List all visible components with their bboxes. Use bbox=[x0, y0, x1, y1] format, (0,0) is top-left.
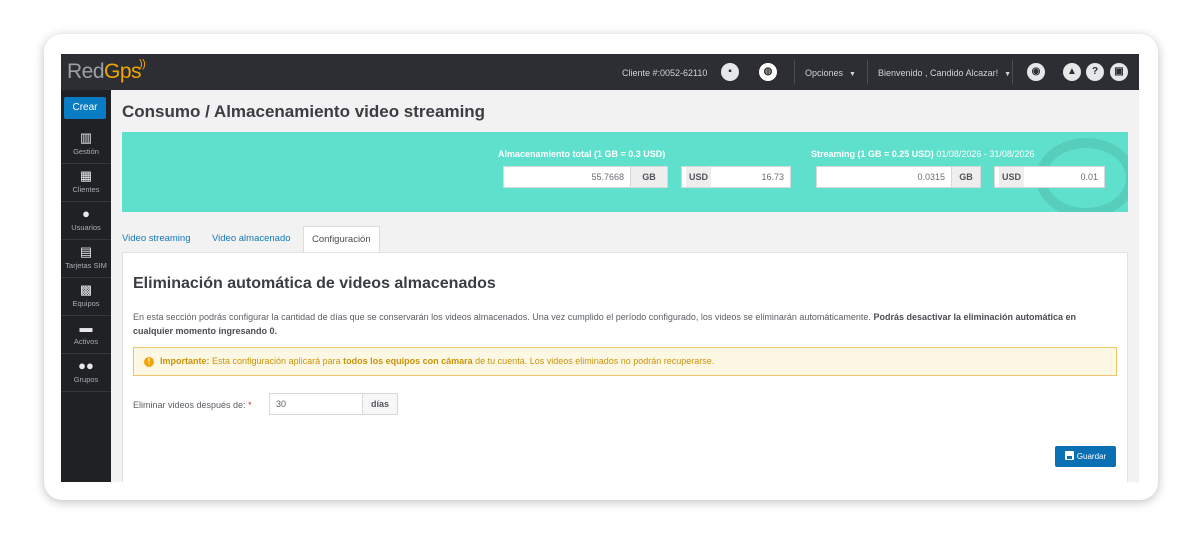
delete-after-label: Eliminar videos después de: * bbox=[133, 400, 252, 410]
storage-gb-field: 55.7668 bbox=[503, 166, 631, 188]
eye-icon[interactable]: ◉ bbox=[1027, 63, 1045, 81]
storage-usd-field: USD 16.73 bbox=[681, 166, 791, 188]
chat-icon[interactable]: ▪ bbox=[721, 63, 739, 81]
tab-video-almacenado[interactable]: Video almacenado bbox=[212, 226, 291, 252]
consumption-banner: Almacenamiento total (1 GB = 0.3 USD) 55… bbox=[122, 132, 1128, 212]
storage-label: Almacenamiento total (1 GB = 0.3 USD) bbox=[498, 149, 666, 159]
options-menu[interactable]: Opciones ▼ bbox=[805, 68, 856, 78]
sidebar-item-gestion[interactable]: ▥ Gestión bbox=[61, 126, 111, 164]
page-title: Consumo / Almacenamiento video streaming bbox=[122, 102, 486, 121]
device-icon: ▩ bbox=[79, 282, 93, 297]
car-icon: ▬ bbox=[79, 320, 93, 335]
building-icon: ▦ bbox=[79, 168, 93, 183]
bell-icon[interactable]: ▲ bbox=[1063, 63, 1081, 81]
sidebar-item-grupos[interactable]: ●● Grupos bbox=[61, 354, 111, 392]
user-menu[interactable]: Bienvenido , Candido Alcazar! ▼ bbox=[878, 68, 1011, 78]
sidebar-item-tarjetas-sim[interactable]: ▤ Tarjetas SIM bbox=[61, 240, 111, 278]
client-id: Cliente #:0052-62110 bbox=[622, 68, 708, 78]
warning-alert: ! Importante: Esta configuración aplicará… bbox=[133, 347, 1117, 376]
signal-icon: )) bbox=[139, 58, 146, 70]
delete-days-input[interactable]: 30 bbox=[269, 393, 363, 415]
tab-video-streaming[interactable]: Video streaming bbox=[122, 226, 190, 252]
sidebar-item-equipos[interactable]: ▩ Equipos bbox=[61, 278, 111, 316]
save-icon bbox=[1064, 451, 1074, 460]
create-button[interactable]: Crear bbox=[64, 97, 106, 119]
logo: RedGps)) bbox=[67, 58, 146, 83]
streaming-gb-unit: GB bbox=[951, 166, 981, 188]
top-bar: RedGps)) Cliente #:0052-62110 ▪ ◍ Opcion… bbox=[61, 54, 1139, 90]
sim-card-icon: ▤ bbox=[79, 244, 93, 259]
user-icon: ● bbox=[82, 206, 90, 221]
sidebar-item-usuarios[interactable]: ● Usuarios bbox=[61, 202, 111, 240]
days-unit: días bbox=[362, 393, 398, 415]
chevron-down-icon: ▼ bbox=[849, 71, 856, 78]
globe-icon[interactable]: ◍ bbox=[759, 63, 777, 81]
sidebar-item-clientes[interactable]: ▦ Clientes bbox=[61, 164, 111, 202]
streaming-usd-field: USD 0.01 bbox=[994, 166, 1105, 188]
main-content: Consumo / Almacenamiento video streaming… bbox=[111, 90, 1139, 482]
streaming-gb-field: 0.0315 bbox=[816, 166, 952, 188]
sidebar: Crear ▥ Gestión ▦ Clientes ● Usuarios ▤ … bbox=[61, 90, 111, 482]
building-gear-icon: ▥ bbox=[79, 130, 93, 145]
section-title: Eliminación automática de videos almacen… bbox=[133, 275, 496, 292]
app-window: RedGps)) Cliente #:0052-62110 ▪ ◍ Opcion… bbox=[61, 54, 1139, 482]
save-button[interactable]: Guardar bbox=[1055, 446, 1116, 467]
config-panel: Eliminación automática de videos almacen… bbox=[122, 252, 1128, 482]
group-icon: ●● bbox=[78, 358, 94, 373]
chevron-down-icon: ▼ bbox=[1004, 71, 1012, 78]
help-icon[interactable]: ? bbox=[1086, 63, 1104, 81]
sidebar-item-activos[interactable]: ▬ Activos bbox=[61, 316, 111, 354]
lock-icon[interactable]: ▣ bbox=[1110, 63, 1128, 81]
storage-gb-unit: GB bbox=[630, 166, 668, 188]
tab-configuracion[interactable]: Configuración bbox=[303, 226, 380, 252]
streaming-label: Streaming (1 GB = 0.25 USD) 01/08/2026 -… bbox=[811, 149, 1035, 159]
section-description: En esta sección podrás configurar la can… bbox=[133, 312, 1077, 336]
warning-icon: ! bbox=[144, 357, 154, 367]
